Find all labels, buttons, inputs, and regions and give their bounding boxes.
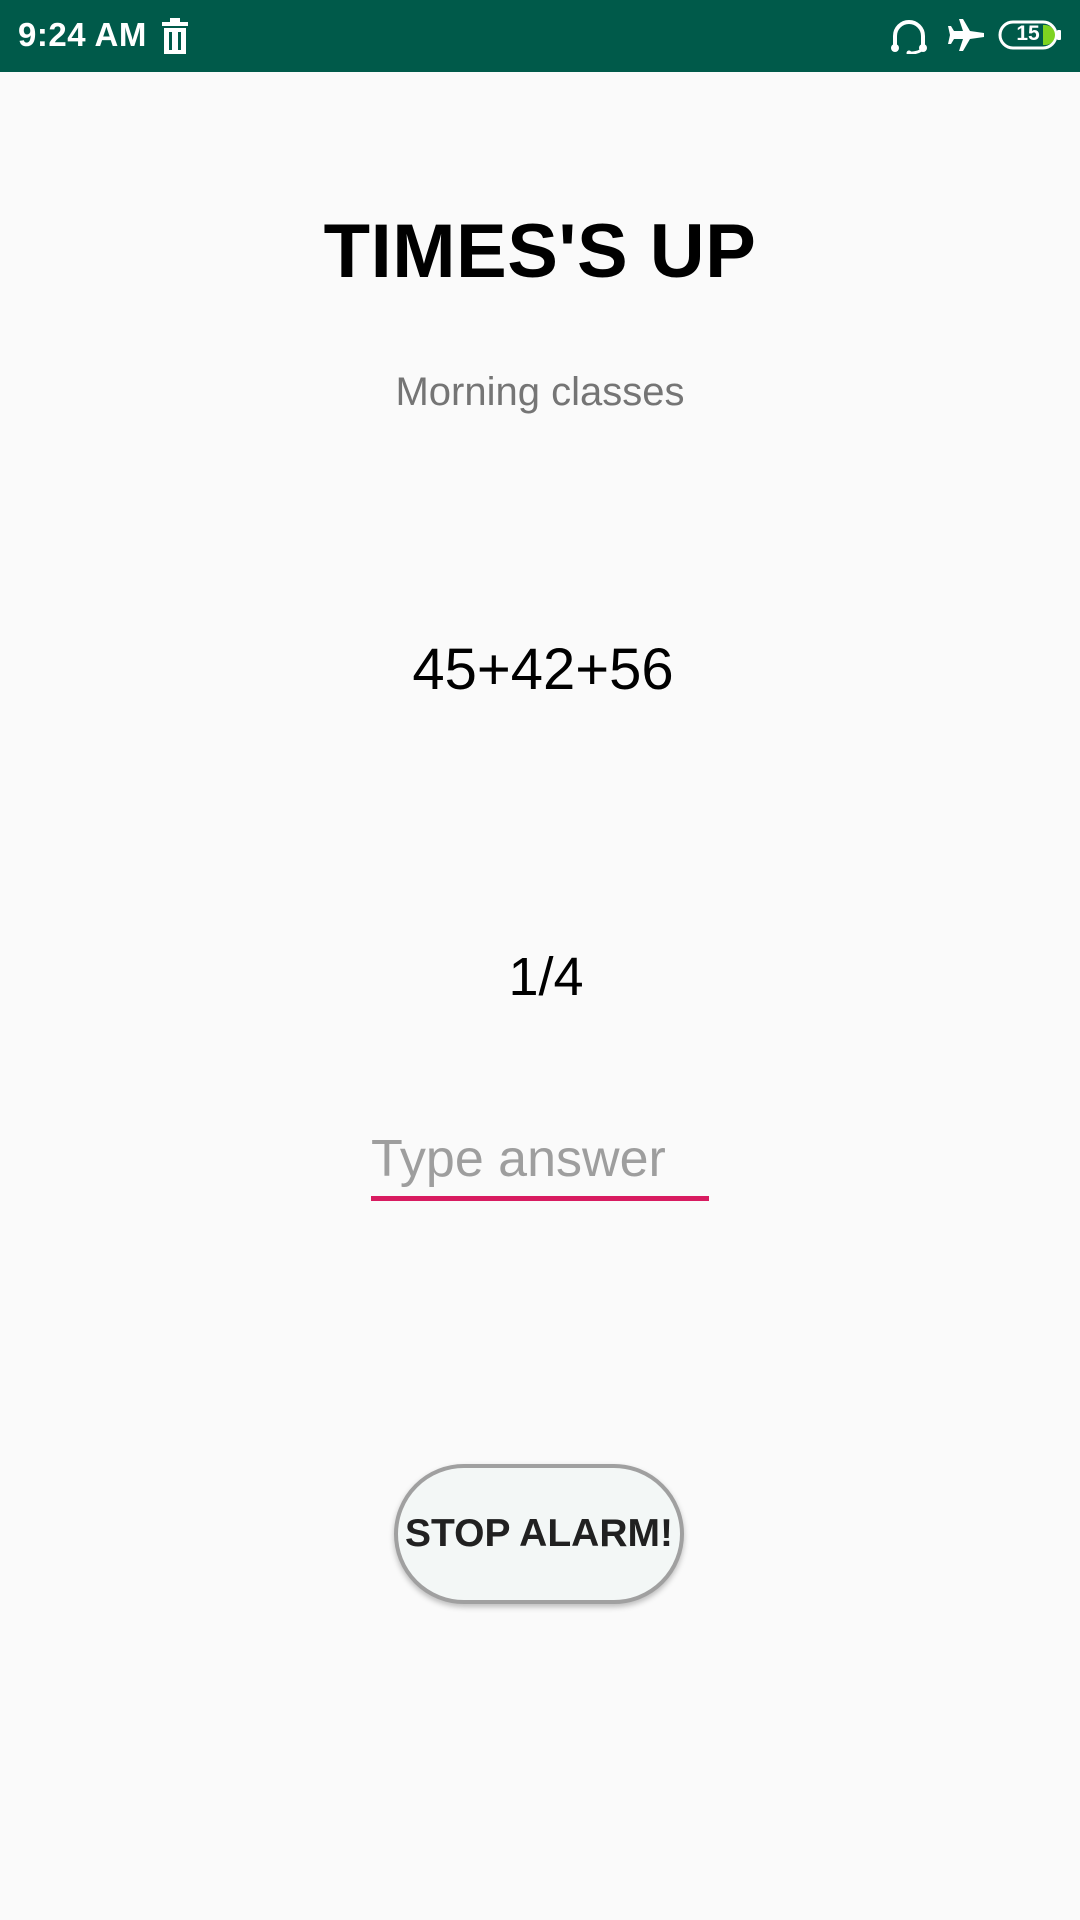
math-problem: 45+42+56 [412,637,674,702]
airplane-mode-icon [948,19,984,51]
trash-icon [162,18,188,54]
alarm-screen: 9:24 AM 15 TIMES'S UP Morning classes 45… [0,0,1080,1920]
stop-alarm-button[interactable]: STOP ALARM! [394,1464,684,1604]
status-bar: 9:24 AM 15 [0,0,1080,72]
answer-input[interactable] [371,1122,709,1196]
headset-icon [891,20,927,54]
problem-counter: 1/4 [508,947,584,1007]
battery-level: 15 [1016,22,1040,45]
page-title: TIMES'S UP [323,209,757,294]
answer-underline [371,1196,709,1201]
answer-field-container [371,1122,709,1202]
status-time: 9:24 AM [18,16,147,53]
alarm-label: Morning classes [395,370,685,414]
